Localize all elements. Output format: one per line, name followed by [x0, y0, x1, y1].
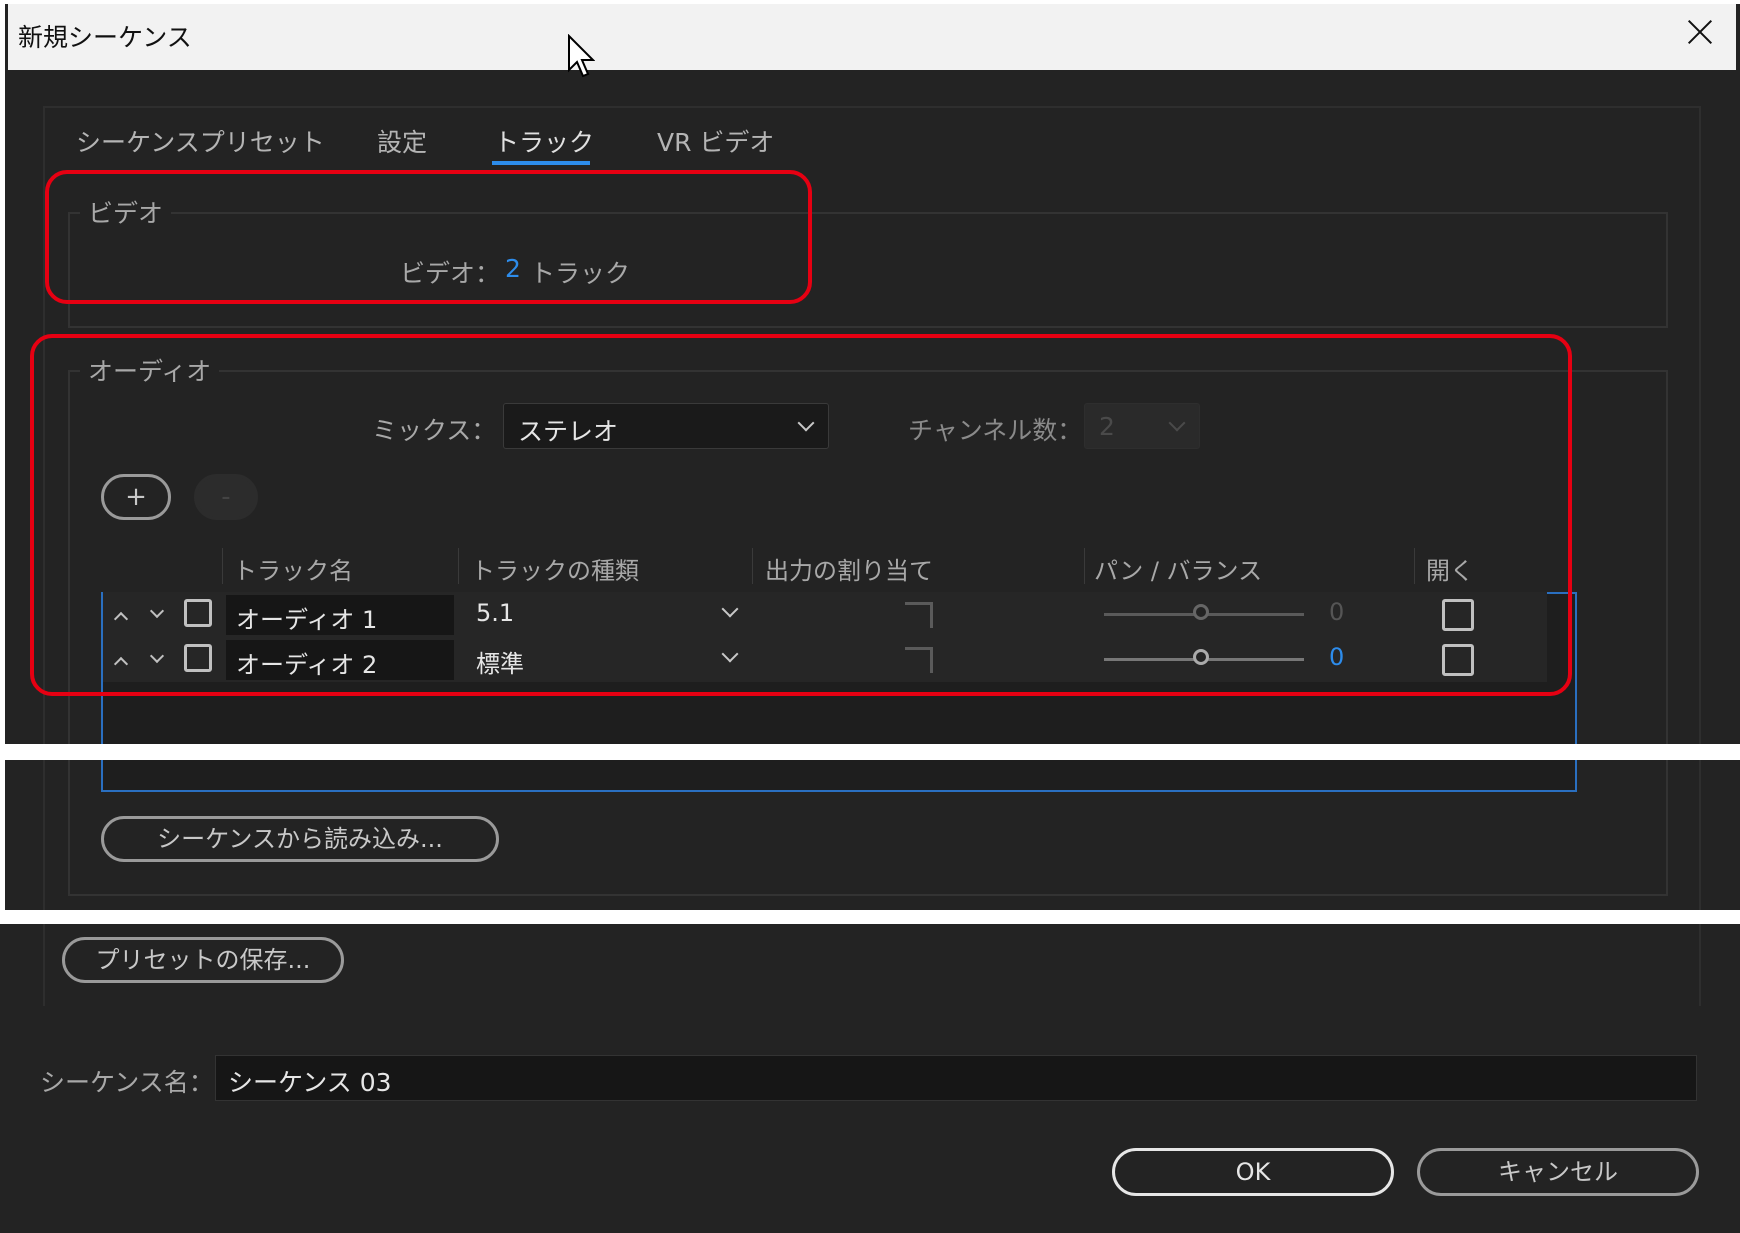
dialog-title: 新規シーケンス [18, 23, 192, 52]
divider-strip [0, 910, 1740, 924]
tab-settings[interactable]: 設定 [377, 123, 427, 159]
active-tab-indicator [492, 161, 590, 165]
sequence-name-label: シーケンス名： [40, 1068, 214, 1097]
cancel-button[interactable]: キャンセル [1417, 1148, 1699, 1196]
divider-strip [0, 744, 1740, 760]
title-bar [8, 4, 1736, 70]
sequence-name-input[interactable] [215, 1055, 1697, 1101]
audio-highlight-box [30, 334, 1572, 696]
tab-sequence-presets[interactable]: シーケンスプリセット [76, 123, 325, 159]
close-icon[interactable] [1680, 12, 1720, 52]
video-highlight-box [45, 170, 812, 304]
save-preset-button[interactable]: プリセットの保存... [62, 937, 344, 983]
tab-vr-video[interactable]: VR ビデオ [657, 123, 774, 159]
tab-tracks[interactable]: トラック [494, 123, 594, 159]
ok-button[interactable]: OK [1112, 1148, 1394, 1196]
load-from-sequence-button[interactable]: シーケンスから読み込み... [101, 816, 499, 862]
sequence-name-value: シーケンス 03 [228, 1068, 392, 1097]
mouse-cursor-icon [568, 34, 595, 78]
